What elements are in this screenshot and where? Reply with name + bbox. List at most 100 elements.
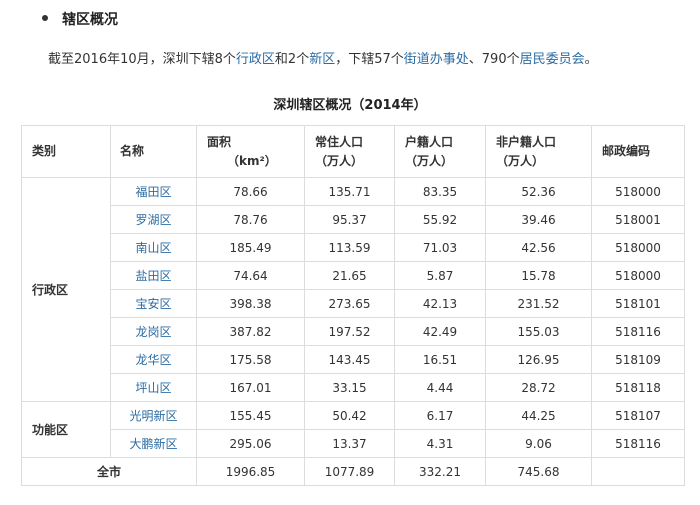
header-non-household: 非户籍人口 （万人） bbox=[485, 125, 592, 178]
cell-name: 宝安区 bbox=[110, 289, 197, 318]
header-name: 名称 bbox=[110, 125, 197, 178]
cell-postcode: 518101 bbox=[591, 289, 685, 318]
cell-household: 42.13 bbox=[394, 289, 486, 318]
cell-area: 167.01 bbox=[196, 373, 305, 402]
cell-area: 1996.85 bbox=[196, 457, 305, 486]
cell-population: 135.71 bbox=[304, 177, 395, 206]
table-row: 南山区 185.49 113.59 71.03 42.56 518000 bbox=[22, 233, 685, 262]
cell-postcode: 518107 bbox=[591, 401, 685, 430]
cell-name: 福田区 bbox=[110, 177, 197, 206]
cell-household: 55.92 bbox=[394, 205, 486, 234]
district-link[interactable]: 南山区 bbox=[135, 241, 171, 255]
cell-household: 4.44 bbox=[394, 373, 486, 402]
cell-area: 74.64 bbox=[196, 261, 305, 290]
header-label: 户籍人口 bbox=[405, 134, 454, 149]
cell-population: 33.15 bbox=[304, 373, 395, 402]
header-label: 面积 bbox=[207, 134, 232, 149]
cell-population: 50.42 bbox=[304, 401, 395, 430]
link-new-district[interactable]: 新区 bbox=[309, 52, 335, 67]
section-heading: 辖区概况 bbox=[62, 12, 118, 28]
cell-population: 143.45 bbox=[304, 345, 395, 374]
cell-area: 398.38 bbox=[196, 289, 305, 318]
intro-text: ，下辖57个 bbox=[335, 52, 404, 67]
cell-total-label: 全市 bbox=[21, 457, 197, 486]
cell-postcode: 518000 bbox=[591, 261, 685, 290]
intro-text: 截至2016年10月，深圳下辖8个 bbox=[48, 52, 236, 67]
cell-population: 1077.89 bbox=[304, 457, 395, 486]
cell-household: 5.87 bbox=[394, 261, 486, 290]
cell-category: 功能区 bbox=[21, 401, 111, 458]
district-link[interactable]: 龙岗区 bbox=[135, 325, 171, 339]
district-link[interactable]: 坪山区 bbox=[135, 381, 171, 395]
link-admin-district[interactable]: 行政区 bbox=[236, 52, 275, 67]
cell-household: 6.17 bbox=[394, 401, 486, 430]
table-row: 宝安区 398.38 273.65 42.13 231.52 518101 bbox=[22, 289, 685, 318]
cell-population: 113.59 bbox=[304, 233, 395, 262]
header-row: 类别 名称 面积 （km²） 常住人口 （万人） 户籍人口 （万人） 非户籍人口 （万人… bbox=[21, 125, 685, 178]
cell-non-household: 155.03 bbox=[485, 317, 592, 346]
header-unit: （万人） bbox=[405, 153, 454, 168]
district-link[interactable]: 宝安区 bbox=[135, 297, 171, 311]
cell-postcode: 518000 bbox=[591, 177, 685, 206]
intro-paragraph: 截至2016年10月，深圳下辖8个行政区和2个新区，下辖57个街道办事处、790… bbox=[48, 48, 598, 67]
table-row: 行政区 福田区 78.66 135.71 83.35 52.36 518000 bbox=[21, 177, 685, 402]
cell-postcode: 518001 bbox=[591, 205, 685, 234]
header-unit: （万人） bbox=[496, 153, 545, 168]
header-label: 邮政编码 bbox=[602, 144, 651, 158]
cell-non-household: 39.46 bbox=[485, 205, 592, 234]
table-row: 坪山区 167.01 33.15 4.44 28.72 518118 bbox=[22, 373, 685, 402]
table-row: 龙岗区 387.82 197.52 42.49 155.03 518116 bbox=[22, 317, 685, 346]
header-household: 户籍人口 （万人） bbox=[394, 125, 486, 178]
cell-household: 4.31 bbox=[394, 429, 486, 458]
cell-postcode bbox=[591, 457, 685, 486]
intro-text: 和2个 bbox=[274, 52, 310, 67]
cell-non-household: 126.95 bbox=[485, 345, 592, 374]
cell-name: 盐田区 bbox=[110, 261, 197, 290]
cell-non-household: 9.06 bbox=[485, 429, 592, 458]
header-unit: （km²） bbox=[227, 153, 277, 168]
table-row: 大鹏新区 295.06 13.37 4.31 9.06 518116 bbox=[22, 429, 685, 458]
district-link[interactable]: 福田区 bbox=[135, 185, 171, 199]
cell-name: 坪山区 bbox=[110, 373, 197, 402]
cell-household: 71.03 bbox=[394, 233, 486, 262]
cell-name: 南山区 bbox=[110, 233, 197, 262]
cell-population: 197.52 bbox=[304, 317, 395, 346]
cell-area: 387.82 bbox=[196, 317, 305, 346]
district-link[interactable]: 盐田区 bbox=[135, 269, 171, 283]
intro-text: 、790个 bbox=[468, 52, 520, 67]
cell-postcode: 518000 bbox=[591, 233, 685, 262]
cell-non-household: 44.25 bbox=[485, 401, 592, 430]
header-area: 面积 （km²） bbox=[196, 125, 305, 178]
intro-text: 。 bbox=[584, 52, 598, 67]
district-link[interactable]: 光明新区 bbox=[129, 409, 177, 423]
cell-household: 332.21 bbox=[394, 457, 486, 486]
cell-name: 光明新区 bbox=[110, 401, 197, 430]
cell-area: 175.58 bbox=[196, 345, 305, 374]
cell-household: 83.35 bbox=[394, 177, 486, 206]
cell-population: 21.65 bbox=[304, 261, 395, 290]
link-subdistrict-office[interactable]: 街道办事处 bbox=[404, 52, 469, 67]
table-row: 盐田区 74.64 21.65 5.87 15.78 518000 bbox=[22, 261, 685, 290]
cell-area: 78.76 bbox=[196, 205, 305, 234]
cell-name: 罗湖区 bbox=[110, 205, 197, 234]
district-link[interactable]: 龙华区 bbox=[135, 353, 171, 367]
header-label: 常住人口 bbox=[315, 134, 364, 149]
district-link[interactable]: 大鹏新区 bbox=[129, 437, 177, 451]
cell-name: 大鹏新区 bbox=[110, 429, 197, 458]
cell-population: 273.65 bbox=[304, 289, 395, 318]
header-postcode: 邮政编码 bbox=[591, 125, 685, 178]
cell-area: 155.45 bbox=[196, 401, 305, 430]
cell-postcode: 518109 bbox=[591, 345, 685, 374]
cell-postcode: 518118 bbox=[591, 373, 685, 402]
table-row: 功能区 光明新区 155.45 50.42 6.17 44.25 518107 bbox=[21, 401, 685, 458]
district-table: 类别 名称 面积 （km²） 常住人口 （万人） 户籍人口 （万人） 非户籍人口 （万人… bbox=[21, 125, 685, 486]
cell-household: 42.49 bbox=[394, 317, 486, 346]
header-label: 类别 bbox=[32, 144, 57, 158]
link-residents-committee[interactable]: 居民委员会 bbox=[520, 52, 585, 67]
cell-non-household: 15.78 bbox=[485, 261, 592, 290]
cell-household: 16.51 bbox=[394, 345, 486, 374]
bullet-dot bbox=[42, 15, 48, 21]
cell-postcode: 518116 bbox=[591, 429, 685, 458]
district-link[interactable]: 罗湖区 bbox=[135, 213, 171, 227]
cell-non-household: 52.36 bbox=[485, 177, 592, 206]
